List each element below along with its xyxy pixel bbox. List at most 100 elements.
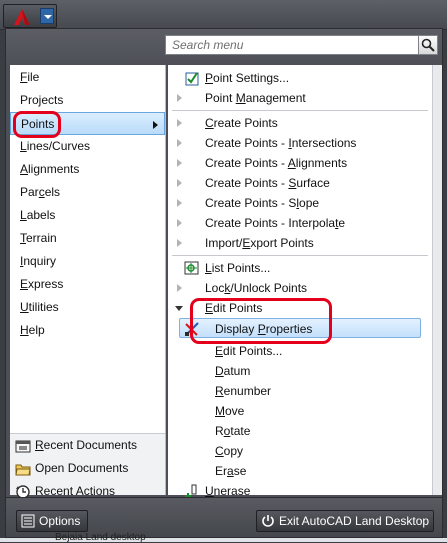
menu-item-label: Unerase	[205, 484, 251, 498]
menu-item-renumber[interactable]: Renumber	[168, 381, 432, 401]
recent-documents-icon	[15, 438, 31, 454]
category-list: File Projects Points Lines/Curves Alignments…	[10, 65, 165, 342]
recent-documents-item[interactable]: Recent Documents	[10, 434, 165, 457]
menu-item-label: Edit Points...	[215, 344, 283, 358]
menu-item-label: Erase	[215, 464, 247, 478]
chevron-right-icon	[177, 94, 182, 102]
points-submenu: Point Settings... Point Management Creat…	[168, 65, 432, 499]
category-label: Lines/Curves	[20, 139, 91, 153]
category-label: Inquiry	[20, 254, 57, 268]
recent-section: Recent Documents Open Documents Recent A…	[10, 433, 165, 499]
menu-item-label: Lock/Unlock Points	[205, 281, 308, 295]
menu-item-display-properties[interactable]: Display Properties	[179, 318, 421, 338]
category-column: File Projects Points Lines/Curves Alignments…	[10, 65, 166, 499]
menu-separator	[172, 110, 428, 111]
category-inquiry[interactable]: Inquiry	[10, 250, 165, 273]
menu-item-list-points[interactable]: List Points...	[168, 258, 432, 278]
chevron-right-icon	[177, 179, 182, 187]
taskbar-strip: Bejaia Land desktop	[0, 532, 447, 543]
chevron-down-icon	[175, 306, 183, 311]
category-label: Terrain	[20, 231, 57, 245]
chevron-right-icon	[177, 159, 182, 167]
menu-item-label: Datum	[215, 364, 251, 378]
bottom-bar: Options Exit AutoCAD Land Desktop	[6, 497, 442, 537]
menu-item-label: Point Settings...	[205, 71, 290, 85]
menu-item-label: Create Points	[205, 116, 278, 130]
category-alignments[interactable]: Alignments	[10, 158, 165, 181]
category-file[interactable]: File	[10, 66, 165, 89]
menu-item-label: Edit Points	[205, 301, 263, 315]
recent-documents-label: Recent Documents	[35, 438, 138, 452]
exit-button[interactable]: Exit AutoCAD Land Desktop	[256, 510, 434, 532]
category-label: File	[20, 70, 40, 84]
menu-item-label: Create Points - Alignments	[205, 156, 348, 170]
category-label: Labels	[20, 208, 56, 222]
category-utilities[interactable]: Utilities	[10, 296, 165, 319]
menu-item-point-settings[interactable]: Point Settings...	[168, 68, 432, 88]
title-bar	[0, 0, 447, 30]
menu-item-lock-unlock-points[interactable]: Lock/Unlock Points	[168, 278, 432, 298]
menu-scrollbar[interactable]	[432, 65, 442, 495]
search-icon	[421, 38, 435, 52]
menu-item-import-export-points[interactable]: Import/Export Points	[168, 233, 432, 253]
menu-item-rotate[interactable]: Rotate	[168, 421, 432, 441]
menu-item-move[interactable]: Move	[168, 401, 432, 421]
category-lines-curves[interactable]: Lines/Curves	[10, 135, 165, 158]
category-express[interactable]: Express	[10, 273, 165, 296]
menu-item-point-management[interactable]: Point Management	[168, 88, 432, 108]
application-menu-panel: File Projects Points Lines/Curves Alignments…	[5, 28, 443, 538]
menu-item-create-points-surface[interactable]: Create Points - Surface	[168, 173, 432, 193]
search-input[interactable]	[165, 35, 419, 55]
chevron-right-icon	[177, 219, 182, 227]
category-label: Help	[20, 323, 45, 337]
category-points[interactable]: Points	[10, 112, 165, 135]
options-icon	[21, 514, 35, 528]
menu-separator	[172, 255, 428, 256]
category-projects[interactable]: Projects	[10, 89, 165, 112]
menu-item-label: Create Points - Slope	[205, 196, 320, 210]
menu-item-label: Create Points - Interpolate	[205, 216, 346, 230]
category-label: Utilities	[20, 300, 59, 314]
category-label: Points	[21, 117, 55, 131]
menu-item-label: Point Management	[205, 91, 306, 105]
category-terrain[interactable]: Terrain	[10, 227, 165, 250]
menu-item-label: List Points...	[205, 261, 271, 275]
menu-item-edit-points-dialog[interactable]: Edit Points...	[168, 341, 432, 361]
exit-label: Exit AutoCAD Land Desktop	[279, 514, 430, 528]
menu-item-datum[interactable]: Datum	[168, 361, 432, 381]
chevron-right-icon	[177, 139, 182, 147]
menu-item-create-points-interpolate[interactable]: Create Points - Interpolate	[168, 213, 432, 233]
options-button[interactable]: Options	[16, 510, 88, 532]
menu-item-create-points[interactable]: Create Points	[168, 113, 432, 133]
menu-item-erase[interactable]: Erase	[168, 461, 432, 481]
category-label: Express	[20, 277, 64, 291]
open-documents-label: Open Documents	[35, 461, 129, 475]
category-help[interactable]: Help	[10, 319, 165, 342]
category-labels[interactable]: Labels	[10, 204, 165, 227]
chevron-down-icon[interactable]	[40, 8, 54, 24]
chevron-right-icon	[153, 121, 158, 129]
application-menu-button[interactable]	[3, 4, 57, 28]
menu-item-create-points-slope[interactable]: Create Points - Slope	[168, 193, 432, 213]
list-points-icon	[184, 260, 200, 276]
category-label: Projects	[20, 93, 64, 107]
category-label: Parcels	[20, 185, 61, 199]
search-row	[6, 29, 442, 65]
menu-item-label: Copy	[215, 444, 244, 458]
menu-item-label: Renumber	[215, 384, 272, 398]
category-parcels[interactable]: Parcels	[10, 181, 165, 204]
menu-item-copy[interactable]: Copy	[168, 441, 432, 461]
menu-item-label: Display Properties	[215, 322, 313, 336]
menu-item-create-points-alignments[interactable]: Create Points - Alignments	[168, 153, 432, 173]
menu-item-label: Move	[215, 404, 245, 418]
autocad-logo-icon	[14, 9, 30, 25]
menu-item-create-points-intersections[interactable]: Create Points - Intersections	[168, 133, 432, 153]
open-documents-item[interactable]: Open Documents	[10, 457, 165, 480]
open-documents-icon	[15, 461, 31, 477]
menu-item-edit-points[interactable]: Edit Points	[168, 298, 432, 318]
search-button[interactable]	[418, 35, 438, 55]
power-icon	[261, 514, 275, 528]
category-label: Alignments	[20, 162, 80, 176]
point-settings-icon	[184, 70, 200, 86]
display-properties-icon	[184, 321, 200, 337]
